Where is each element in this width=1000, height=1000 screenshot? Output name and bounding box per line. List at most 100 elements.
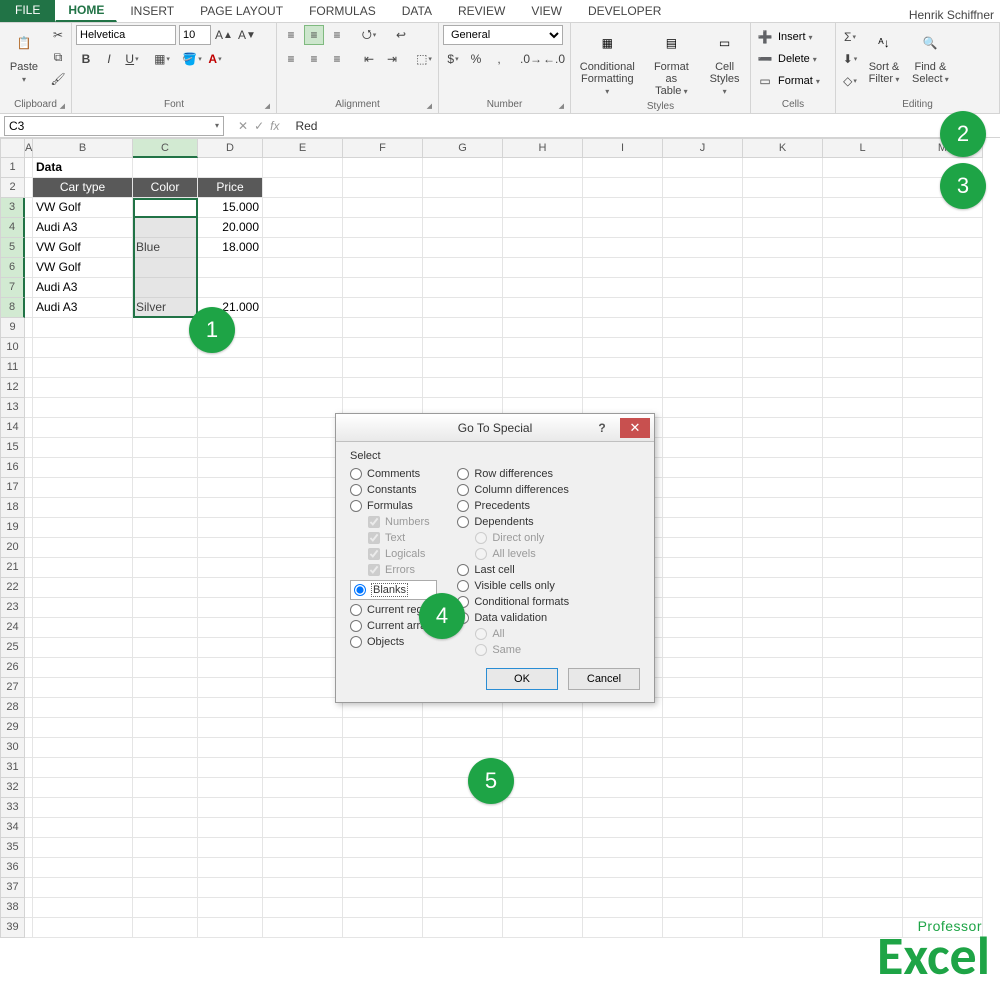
cell-C17[interactable] [133, 478, 198, 498]
enter-edit-icon[interactable]: ✓ [254, 119, 264, 133]
row-header-1[interactable]: 1 [0, 158, 25, 178]
cell-M7[interactable] [903, 278, 983, 298]
cell-B12[interactable] [33, 378, 133, 398]
col-header-G[interactable]: G [423, 138, 503, 158]
cell-F34[interactable] [343, 818, 423, 838]
cell-J1[interactable] [663, 158, 743, 178]
cell-M25[interactable] [903, 638, 983, 658]
cell-B39[interactable] [33, 918, 133, 938]
cell-G36[interactable] [423, 858, 503, 878]
cell-I1[interactable] [583, 158, 663, 178]
cell-L21[interactable] [823, 558, 903, 578]
cell-K9[interactable] [743, 318, 823, 338]
col-header-E[interactable]: E [263, 138, 343, 158]
cell-G37[interactable] [423, 878, 503, 898]
cell-M8[interactable] [903, 298, 983, 318]
cell-I37[interactable] [583, 878, 663, 898]
cell-E5[interactable] [263, 238, 343, 258]
col-header-B[interactable]: B [33, 138, 133, 158]
cell-B4[interactable]: Audi A3 [33, 218, 133, 238]
cell-C28[interactable] [133, 698, 198, 718]
cell-H39[interactable] [503, 918, 583, 938]
ok-button[interactable]: OK [486, 668, 558, 690]
cell-A26[interactable] [25, 658, 33, 678]
cell-A6[interactable] [25, 258, 33, 278]
cancel-button[interactable]: Cancel [568, 668, 640, 690]
comma-icon[interactable]: , [489, 49, 509, 69]
cell-C6[interactable] [133, 258, 198, 278]
cell-H34[interactable] [503, 818, 583, 838]
cell-J3[interactable] [663, 198, 743, 218]
cell-B38[interactable] [33, 898, 133, 918]
cell-E4[interactable] [263, 218, 343, 238]
col-header-J[interactable]: J [663, 138, 743, 158]
cell-A2[interactable] [25, 178, 33, 198]
cell-J31[interactable] [663, 758, 743, 778]
cell-B16[interactable] [33, 458, 133, 478]
cell-I33[interactable] [583, 798, 663, 818]
cell-C37[interactable] [133, 878, 198, 898]
cell-G12[interactable] [423, 378, 503, 398]
cell-D16[interactable] [198, 458, 263, 478]
cell-D32[interactable] [198, 778, 263, 798]
cell-M14[interactable] [903, 418, 983, 438]
cell-C29[interactable] [133, 718, 198, 738]
cell-B7[interactable]: Audi A3 [33, 278, 133, 298]
row-header-8[interactable]: 8 [0, 298, 25, 318]
cell-K17[interactable] [743, 478, 823, 498]
cell-K15[interactable] [743, 438, 823, 458]
cell-B2[interactable]: Car type [33, 178, 133, 198]
cell-D35[interactable] [198, 838, 263, 858]
cell-D18[interactable] [198, 498, 263, 518]
cell-H1[interactable] [503, 158, 583, 178]
cell-G2[interactable] [423, 178, 503, 198]
cell-I8[interactable] [583, 298, 663, 318]
cell-D12[interactable] [198, 378, 263, 398]
cell-J17[interactable] [663, 478, 743, 498]
cell-A12[interactable] [25, 378, 33, 398]
cell-M9[interactable] [903, 318, 983, 338]
option-precedents[interactable]: Precedents [457, 500, 569, 512]
dec-decimal-icon[interactable]: ←.0 [544, 49, 564, 69]
col-header-I[interactable]: I [583, 138, 663, 158]
cell-D6[interactable] [198, 258, 263, 278]
cell-J13[interactable] [663, 398, 743, 418]
cell-D34[interactable] [198, 818, 263, 838]
row-header-5[interactable]: 5 [0, 238, 25, 258]
cell-E2[interactable] [263, 178, 343, 198]
cell-J7[interactable] [663, 278, 743, 298]
cell-I4[interactable] [583, 218, 663, 238]
cell-C24[interactable] [133, 618, 198, 638]
cell-G4[interactable] [423, 218, 503, 238]
cell-I32[interactable] [583, 778, 663, 798]
cell-J38[interactable] [663, 898, 743, 918]
cell-K6[interactable] [743, 258, 823, 278]
select-all-corner[interactable] [0, 138, 25, 158]
cell-K29[interactable] [743, 718, 823, 738]
cell-I31[interactable] [583, 758, 663, 778]
cell-K7[interactable] [743, 278, 823, 298]
cell-E30[interactable] [263, 738, 343, 758]
cell-D27[interactable] [198, 678, 263, 698]
cell-H2[interactable] [503, 178, 583, 198]
cell-E29[interactable] [263, 718, 343, 738]
cell-K26[interactable] [743, 658, 823, 678]
cell-C34[interactable] [133, 818, 198, 838]
cell-A1[interactable] [25, 158, 33, 178]
cell-B23[interactable] [33, 598, 133, 618]
merge-icon[interactable]: ⬚ [414, 49, 434, 69]
cell-L27[interactable] [823, 678, 903, 698]
cell-A18[interactable] [25, 498, 33, 518]
cell-L25[interactable] [823, 638, 903, 658]
cell-E34[interactable] [263, 818, 343, 838]
cell-E14[interactable] [263, 418, 343, 438]
align-top-icon[interactable]: ≡ [281, 25, 301, 45]
cell-B29[interactable] [33, 718, 133, 738]
cell-C12[interactable] [133, 378, 198, 398]
cell-M29[interactable] [903, 718, 983, 738]
cell-C23[interactable] [133, 598, 198, 618]
cell-F9[interactable] [343, 318, 423, 338]
cell-D17[interactable] [198, 478, 263, 498]
cell-L14[interactable] [823, 418, 903, 438]
cell-A8[interactable] [25, 298, 33, 318]
